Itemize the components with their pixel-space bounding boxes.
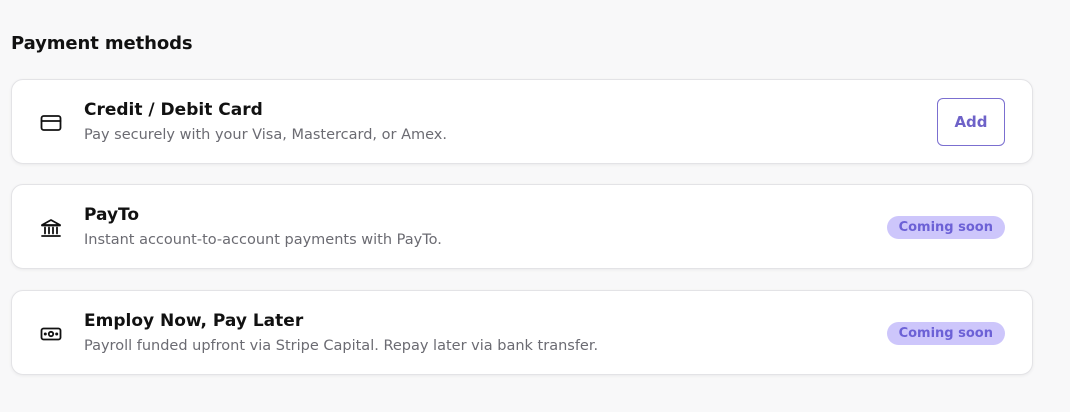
cash-icon xyxy=(39,322,63,346)
payment-method-description: Payroll funded upfront via Stripe Capita… xyxy=(84,338,599,354)
payment-method-title: PayTo xyxy=(84,205,140,225)
coming-soon-badge: Coming soon xyxy=(886,322,1005,345)
payment-method-description: Pay securely with your Visa, Mastercard,… xyxy=(84,127,447,143)
section-title: Payment methods xyxy=(11,33,193,54)
payment-method-card-employ-now-pay-later: Employ Now, Pay Later Payroll funded upf… xyxy=(11,290,1033,375)
credit-card-icon xyxy=(39,111,63,135)
payment-method-card-payto: PayTo Instant account-to-account payment… xyxy=(11,184,1033,269)
payment-method-description: Instant account-to-account payments with… xyxy=(84,232,442,248)
coming-soon-badge: Coming soon xyxy=(886,216,1005,239)
payment-method-title: Employ Now, Pay Later xyxy=(84,311,304,331)
add-card-button[interactable]: Add xyxy=(937,98,1005,146)
bank-icon xyxy=(39,216,63,240)
payment-method-title: Credit / Debit Card xyxy=(84,100,263,120)
payment-method-card-credit-debit: Credit / Debit Card Pay securely with yo… xyxy=(11,79,1033,164)
